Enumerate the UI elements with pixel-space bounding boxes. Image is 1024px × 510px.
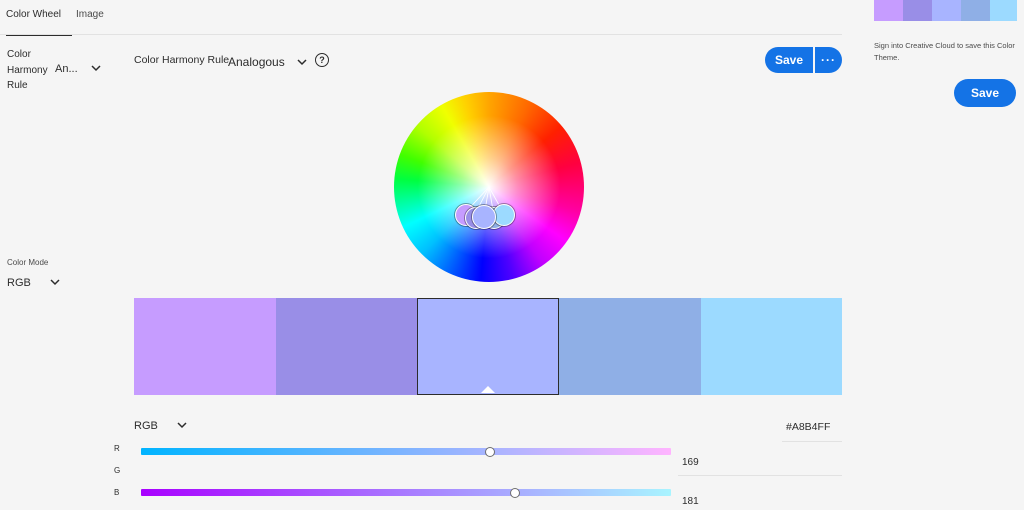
tab-image-label: Image	[76, 9, 104, 20]
wheel-marker-3-selected[interactable]	[472, 205, 496, 229]
sidebar-color-mode-dropdown[interactable]: RGB	[7, 277, 60, 289]
harmony-rule-value: Analogous	[228, 55, 285, 69]
wheel-marker-5[interactable]	[493, 204, 515, 226]
mini-swatch-1	[874, 0, 903, 21]
slider-r-track[interactable]	[141, 448, 671, 455]
save-button[interactable]: Save	[765, 47, 813, 73]
sidebar-color-mode-value: RGB	[7, 277, 31, 289]
help-icon[interactable]: ?	[315, 53, 329, 67]
tabs-divider	[0, 34, 842, 35]
mini-swatch-2	[903, 0, 932, 21]
harmony-label-line3: Rule	[7, 80, 28, 91]
sidebar-harmony-dropdown[interactable]: An...	[55, 63, 101, 75]
selected-swatch-indicator	[481, 386, 495, 393]
swatch-5[interactable]	[701, 298, 842, 395]
mini-swatch-4	[961, 0, 990, 21]
hex-value: #A8B4FF	[786, 421, 831, 433]
hex-underline	[782, 441, 842, 442]
channel-r-value[interactable]: 169	[682, 457, 699, 468]
channel-g-label: G	[114, 466, 121, 475]
channel-b-label: B	[114, 488, 120, 497]
sidebar-harmony-value: An...	[55, 63, 78, 75]
slider-b-thumb[interactable]	[510, 488, 520, 498]
swatch-4[interactable]	[559, 298, 701, 395]
channel-b-value[interactable]: 181	[682, 496, 699, 507]
chevron-down-icon	[91, 65, 101, 72]
tab-image[interactable]: Image	[76, 0, 104, 34]
swatch-1[interactable]	[134, 298, 276, 395]
editor-mode-dropdown[interactable]: RGB	[134, 420, 187, 432]
mini-swatch-3	[932, 0, 961, 21]
more-options-button[interactable]: ···	[815, 47, 842, 73]
swatch-2[interactable]	[276, 298, 418, 395]
harmony-lines	[463, 186, 505, 217]
hex-input[interactable]: #A8B4FF	[786, 421, 830, 433]
chevron-down-icon	[297, 59, 307, 66]
harmony-rule-label: Color Harmony Rule	[7, 47, 48, 94]
slider-b-track[interactable]	[141, 489, 671, 496]
color-mode-label: Color Mode	[7, 258, 49, 267]
channel-r-label: R	[114, 444, 120, 453]
tab-color-wheel[interactable]: Color Wheel	[6, 0, 72, 36]
slider-r-thumb[interactable]	[485, 447, 495, 457]
tab-color-wheel-label: Color Wheel	[6, 9, 62, 20]
harmony-label-line1: Color	[7, 49, 31, 60]
harmony-label-line2: Harmony	[7, 64, 48, 76]
harmony-rule-dropdown[interactable]: Analogous	[228, 53, 307, 71]
panel-save-button[interactable]: Save	[954, 79, 1016, 107]
mini-swatch-5	[990, 0, 1017, 21]
editor-mode-value: RGB	[134, 420, 158, 432]
swatch-3[interactable]	[417, 298, 559, 395]
channel-r-underline	[678, 475, 842, 476]
chevron-down-icon	[177, 422, 187, 429]
chevron-down-icon	[50, 279, 60, 286]
harmony-rule-header-label: Color Harmony Rule	[134, 54, 230, 66]
sign-in-message: Sign into Creative Cloud to save this Co…	[874, 41, 1015, 62]
